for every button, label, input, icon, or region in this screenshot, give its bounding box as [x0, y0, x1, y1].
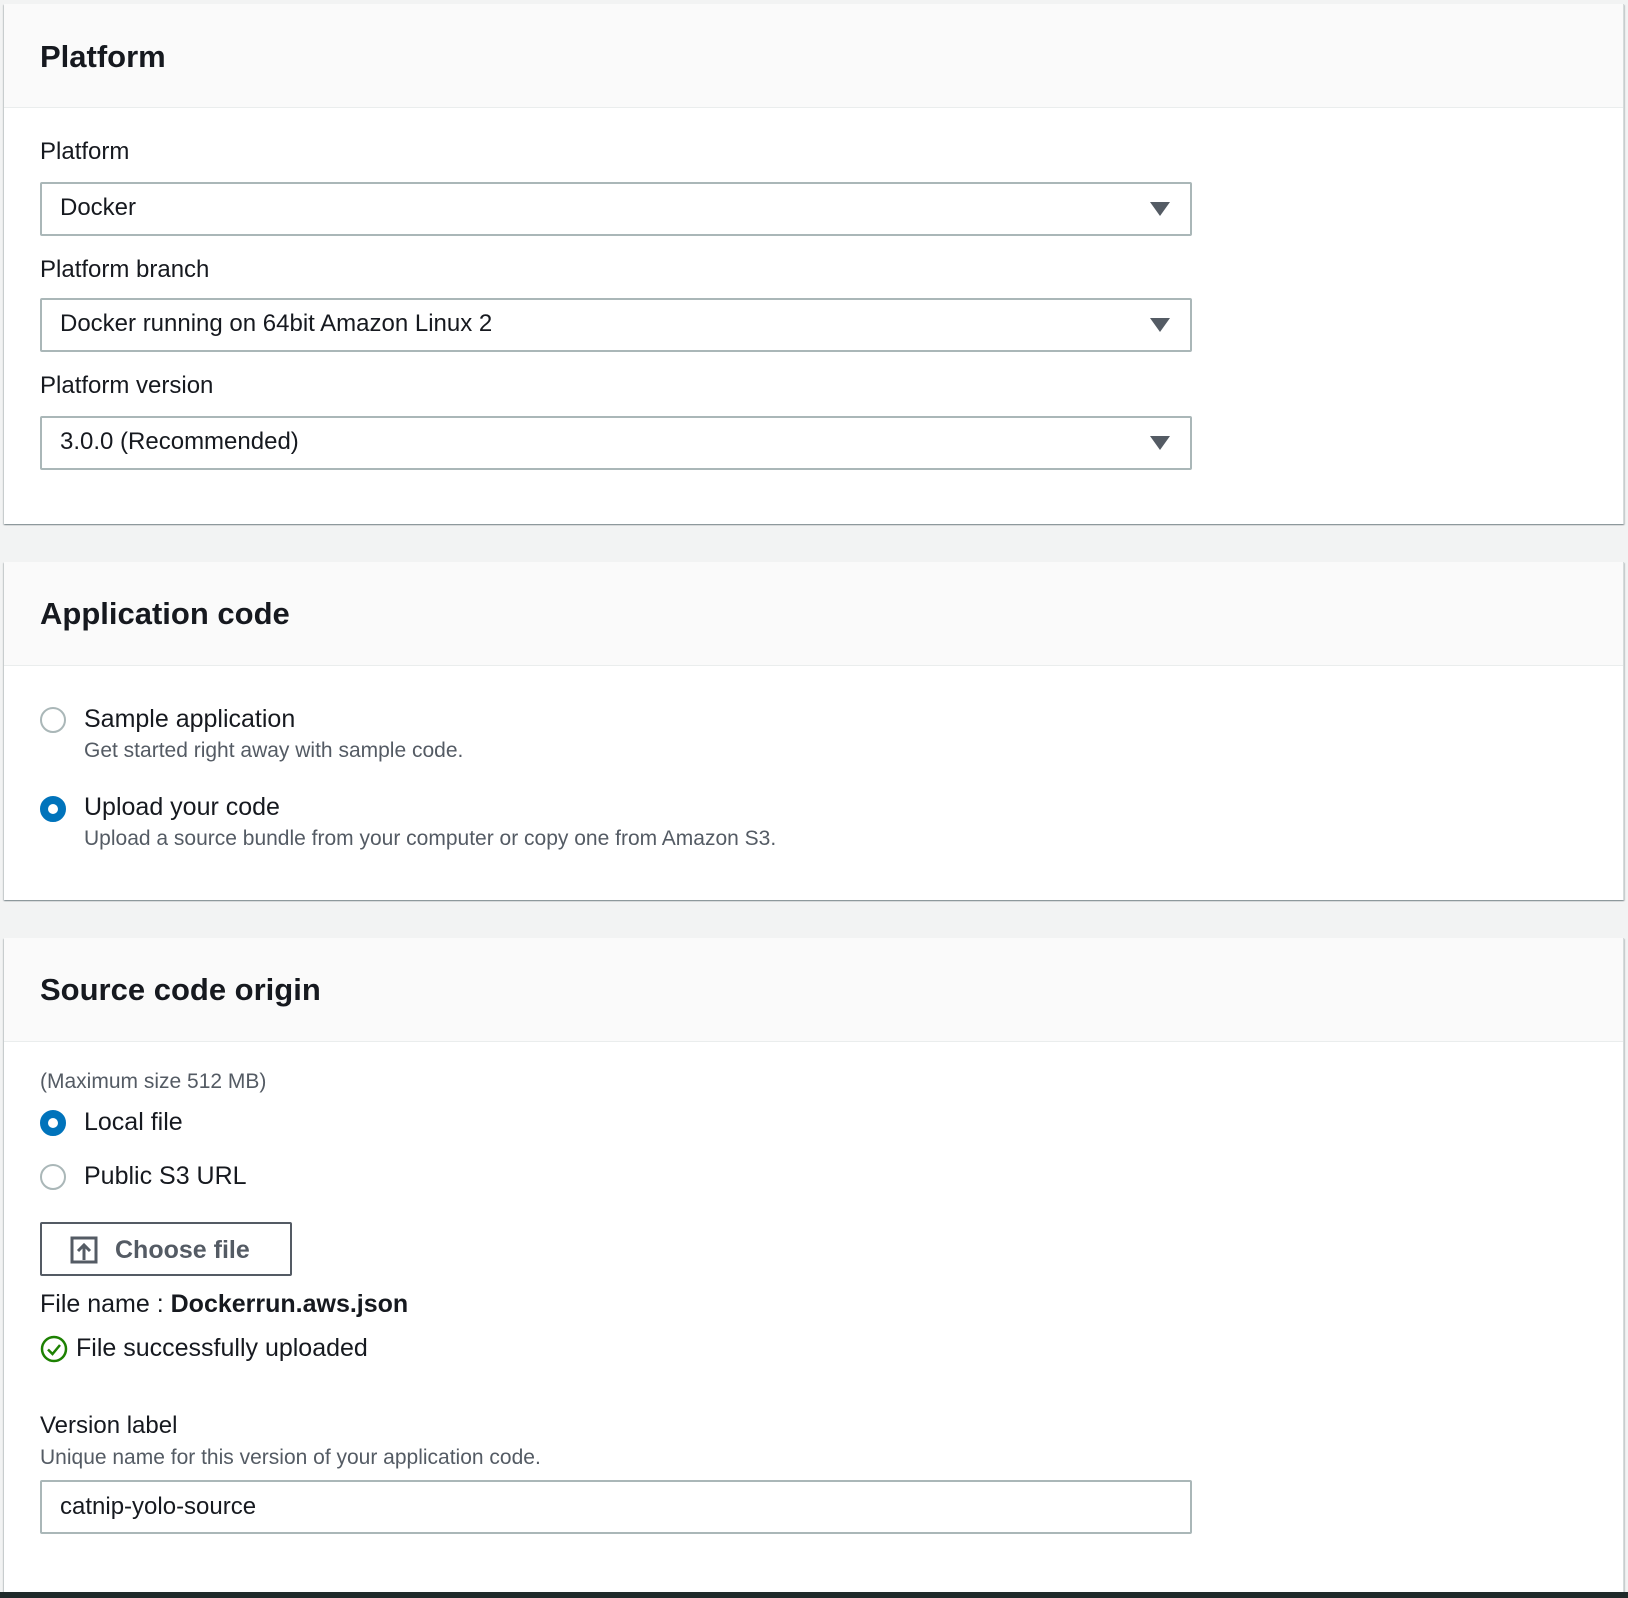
platform-select-value: Docker	[60, 194, 137, 221]
public-s3-url-radio[interactable]	[40, 1164, 66, 1190]
sample-application-description: Get started right away with sample code.	[84, 739, 464, 762]
upload-your-code-label[interactable]: Upload your code	[84, 793, 280, 822]
version-label-input[interactable]	[40, 1480, 1192, 1534]
source-code-origin-panel-title: Source code origin	[40, 972, 321, 1007]
source-code-origin-panel: Source code origin (Maximum size 512 MB)…	[4, 938, 1624, 1598]
source-code-origin-panel-header: Source code origin	[4, 938, 1623, 1042]
application-code-panel: Application code Sample application Get …	[4, 562, 1624, 900]
platform-branch-label: Platform branch	[40, 256, 210, 283]
application-code-panel-header: Application code	[4, 562, 1623, 666]
bottom-edge	[0, 1592, 1628, 1598]
upload-your-code-radio[interactable]	[40, 796, 66, 822]
platform-panel-header: Platform	[4, 4, 1623, 108]
version-label-label: Version label	[40, 1412, 178, 1439]
platform-select[interactable]: Docker	[40, 182, 1192, 236]
platform-version-label: Platform version	[40, 372, 214, 399]
upload-status-text: File successfully uploaded	[76, 1334, 368, 1362]
platform-version-select-value: 3.0.0 (Recommended)	[60, 428, 299, 455]
file-name-row: File name : Dockerrun.aws.json	[40, 1290, 408, 1319]
platform-version-select[interactable]: 3.0.0 (Recommended)	[40, 416, 1192, 470]
public-s3-url-label[interactable]: Public S3 URL	[84, 1162, 247, 1191]
upload-your-code-description: Upload a source bundle from your compute…	[84, 827, 777, 850]
platform-branch-select-value: Docker running on 64bit Amazon Linux 2	[60, 310, 493, 337]
upload-status-row: File successfully uploaded	[40, 1334, 440, 1366]
max-size-note: (Maximum size 512 MB)	[40, 1070, 267, 1093]
caret-down-icon	[1150, 436, 1170, 450]
success-check-icon	[40, 1335, 68, 1363]
local-file-label[interactable]: Local file	[84, 1108, 183, 1137]
choose-file-button-label: Choose file	[115, 1236, 250, 1264]
application-code-panel-title: Application code	[40, 596, 290, 631]
sample-application-radio[interactable]	[40, 707, 66, 733]
platform-label: Platform	[40, 138, 130, 165]
caret-down-icon	[1150, 318, 1170, 332]
platform-panel-title: Platform	[40, 39, 166, 74]
file-name-value: Dockerrun.aws.json	[170, 1290, 409, 1318]
platform-branch-select[interactable]: Docker running on 64bit Amazon Linux 2	[40, 298, 1192, 352]
version-label-description: Unique name for this version of your app…	[40, 1446, 541, 1469]
file-name-prefix: File name :	[40, 1290, 164, 1318]
choose-file-button[interactable]: Choose file	[40, 1222, 292, 1276]
sample-application-label[interactable]: Sample application	[84, 705, 295, 734]
caret-down-icon	[1150, 202, 1170, 216]
upload-icon	[70, 1236, 98, 1264]
local-file-radio[interactable]	[40, 1110, 66, 1136]
platform-panel: Platform Platform Docker Platform branch…	[4, 4, 1624, 524]
